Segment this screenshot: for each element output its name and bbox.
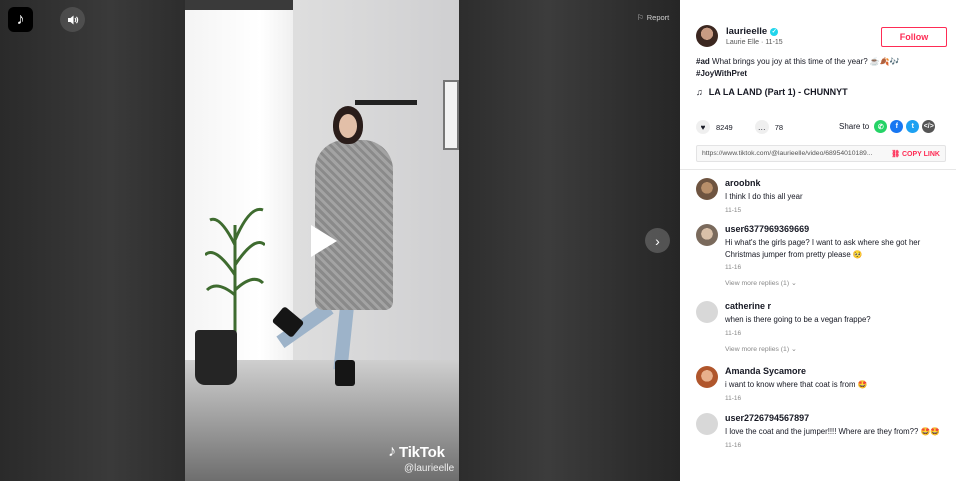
commenter-name[interactable]: Amanda Sycamore — [725, 366, 948, 376]
comment-date: 11-15 — [725, 206, 742, 214]
music-link[interactable]: ♫ LA LA LAND (Part 1) - CHUNNYT — [696, 87, 848, 97]
watermark-username: @laurieelle — [404, 463, 455, 474]
info-panel: laurieelle ✓ Laurie Elle · 11-15 Follow … — [680, 0, 956, 481]
comment-item: aroobnk I think I do this all year 11-15 — [696, 178, 948, 224]
copy-link-button[interactable]: ⛓ COPY LINK — [891, 150, 940, 158]
comment-date: 11-16 — [725, 394, 742, 402]
volume-button[interactable] — [60, 7, 85, 32]
facebook-icon[interactable]: f — [890, 120, 904, 133]
author-info[interactable]: laurieelle ✓ Laurie Elle · 11-15 — [696, 25, 783, 47]
heart-icon[interactable]: ♥ — [696, 120, 710, 134]
follow-button[interactable]: Follow — [881, 27, 947, 47]
commenter-name[interactable]: catherine r — [725, 301, 948, 311]
video-caption: #ad What brings you joy at this time of … — [696, 56, 946, 80]
next-video-button[interactable]: › — [645, 228, 670, 253]
comment-text: I love the coat and the jumper!!!! Where… — [725, 427, 940, 436]
comment-item: user6377969369669 Hi what's the girls pa… — [696, 224, 948, 301]
share-row: Share to ✆ f t </> — [839, 120, 936, 133]
tiktok-note-icon: ♪ — [388, 443, 396, 460]
commenter-avatar[interactable] — [696, 366, 718, 388]
tiktok-watermark: ♪ TikTok @laurieelle — [388, 443, 454, 474]
whatsapp-icon[interactable]: ✆ — [874, 120, 888, 133]
like-count: 8249 — [716, 122, 733, 132]
commenter-name[interactable]: user6377969369669 — [725, 224, 948, 234]
embed-icon[interactable]: </> — [922, 120, 936, 133]
commenter-avatar[interactable] — [696, 413, 718, 435]
watermark-brand: TikTok — [399, 443, 445, 461]
comment-date: 11-16 — [725, 264, 742, 271]
author-avatar[interactable] — [696, 25, 718, 47]
post-date: 11-15 — [765, 39, 783, 46]
ad-hashtag[interactable]: #ad — [696, 57, 710, 66]
report-label: Report — [646, 13, 670, 22]
video-stage: ♪ TikTok @laurieelle ♪ ⚐ Report › — [0, 0, 680, 481]
comment-text: Hi what's the girls page? I want to ask … — [725, 238, 921, 259]
author-username[interactable]: laurieelle ✓ — [726, 26, 783, 37]
commenter-avatar[interactable] — [696, 178, 718, 200]
comment-text: i want to know where that coat is from 🤩 — [725, 380, 868, 389]
plant-leaves — [205, 207, 265, 335]
picture-frame — [443, 80, 459, 150]
view-more-replies-label: View more replies (1) — [725, 280, 790, 287]
comment-text: I think I do this all year — [725, 192, 803, 201]
comment-date: 11-16 — [725, 441, 742, 449]
chevron-down-icon: ⌄ — [790, 345, 797, 353]
campaign-hashtag[interactable]: #JoyWithPret — [696, 69, 747, 78]
commenter-avatar[interactable] — [696, 301, 718, 323]
comment-list: aroobnk I think I do this all year 11-15… — [696, 178, 948, 449]
link-icon: ⛓ — [891, 150, 901, 158]
tiktok-logo-icon[interactable]: ♪ — [8, 7, 33, 32]
commenter-name[interactable]: aroobnk — [725, 178, 948, 188]
engagement-stats: ♥ 8249 … 78 — [696, 120, 783, 134]
verified-badge-icon: ✓ — [770, 27, 779, 36]
view-more-replies-label: View more replies (1) — [725, 345, 790, 353]
music-note-icon: ♫ — [696, 87, 703, 97]
author-username-text: laurieelle — [726, 26, 768, 37]
copy-link-label: COPY LINK — [902, 150, 940, 158]
standing-boot — [335, 360, 355, 386]
author-display-name: Laurie Elle — [726, 39, 760, 46]
blind-rod — [185, 0, 303, 10]
plant-pot — [195, 330, 237, 385]
caption-text: What brings you joy at this time of the … — [712, 57, 900, 66]
report-button[interactable]: ⚐ Report — [637, 13, 669, 22]
chevron-down-icon: ⌄ — [790, 280, 797, 287]
comment-item: catherine r when is there going to be a … — [696, 301, 948, 366]
music-title: LA LA LAND (Part 1) - CHUNNYT — [708, 87, 848, 97]
view-more-replies[interactable]: View more replies (1) ⌄ — [725, 345, 948, 353]
video-link-box: https://www.tiktok.com/@laurieelle/video… — [696, 145, 946, 162]
video-url[interactable]: https://www.tiktok.com/@laurieelle/video… — [702, 150, 882, 157]
comment-text: when is there going to be a vegan frappe… — [725, 315, 871, 324]
view-more-replies[interactable]: View more replies (1) ⌄ — [725, 279, 948, 287]
tiktok-video-page: ♪ TikTok @laurieelle ♪ ⚐ Report › laurie… — [0, 0, 956, 481]
wall-shelf — [355, 100, 417, 105]
share-label: Share to — [839, 122, 870, 131]
comment-item: user2726794567897 I love the coat and th… — [696, 413, 948, 449]
comment-date: 11-16 — [725, 329, 742, 337]
speaker-icon — [67, 15, 78, 24]
comment-item: Amanda Sycamore i want to know where tha… — [696, 366, 948, 413]
divider — [680, 169, 956, 170]
chevron-right-icon: › — [655, 232, 660, 249]
commenter-name[interactable]: user2726794567897 — [725, 413, 948, 423]
author-meta: Laurie Elle · 11-15 — [726, 39, 783, 46]
play-icon[interactable] — [311, 225, 337, 257]
person-face — [339, 114, 357, 138]
blurred-background-left — [0, 0, 185, 481]
flag-icon: ⚐ — [637, 13, 644, 22]
comment-icon[interactable]: … — [754, 120, 769, 134]
comment-count: 78 — [774, 122, 784, 132]
commenter-avatar[interactable] — [696, 224, 718, 246]
twitter-icon[interactable]: t — [906, 120, 920, 133]
